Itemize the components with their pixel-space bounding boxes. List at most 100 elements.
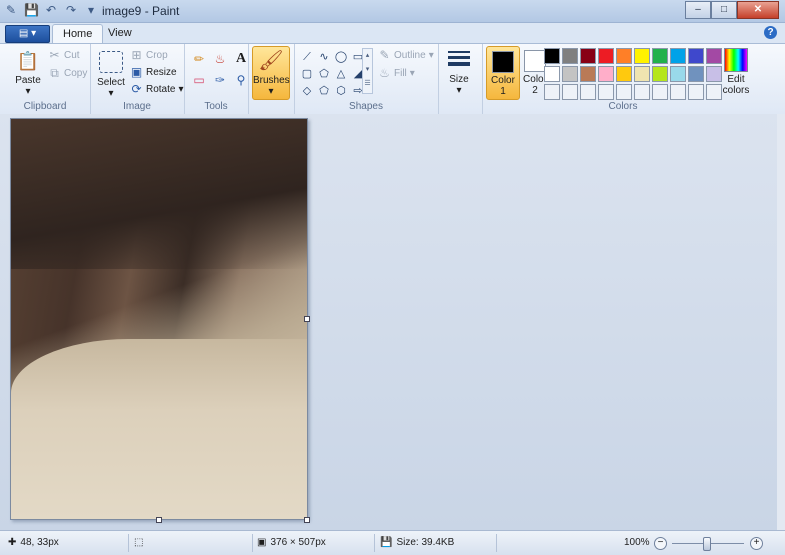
image-dimensions: ▣ 376 × 507px [257,537,326,548]
custom-color-slot[interactable] [634,84,650,100]
photo-sand [11,339,307,519]
color1-swatch [492,51,514,73]
paste-label: Paste [15,75,41,86]
resize-handle-right[interactable] [304,316,310,322]
color1-label: Color 1 [491,75,515,97]
resize-handle-bottom[interactable] [156,517,162,523]
resize-label: Resize [146,66,177,78]
window-controls: – □ ✕ [685,1,779,19]
zoom-out-button[interactable]: − [654,537,667,550]
vertical-scrollbar[interactable] [777,114,785,530]
custom-color-slot[interactable] [580,84,596,100]
rotate-label: Rotate [146,83,176,95]
palette-swatch[interactable] [562,48,578,64]
shapes-gallery: ⟋ ∿ ◯ ▭ ▢ ⬠ △ ◢ ◇ ⬠ ⬡ ⇨ [300,50,363,98]
crosshair-icon: ✚ [8,537,17,548]
copy-button[interactable]: ⧉ Copy [48,66,87,81]
select-label: Select [97,77,125,88]
paste-button[interactable]: 📋 Paste ▾ [8,47,48,98]
fill-button[interactable]: ♨ Fill ▾ [378,66,415,80]
paint-menu-button[interactable]: ▤ ▾ [5,25,50,43]
palette-swatch[interactable] [688,48,704,64]
tab-view[interactable]: View [98,24,142,42]
pencil-icon[interactable]: ✏ [190,50,208,68]
close-button[interactable]: ✕ [737,1,779,19]
fill-bucket-icon[interactable]: ♨ [211,50,229,68]
status-separator [128,534,129,552]
brushes-label: Brushes [253,75,290,86]
zoom-in-button[interactable]: + [750,537,763,550]
selection-icon: ⬚ [134,537,144,548]
palette-swatch[interactable] [616,66,632,82]
help-icon[interactable]: ? [764,26,777,39]
canvas-workspace[interactable] [0,114,785,530]
edit-colors-button[interactable]: Edit colors [720,46,752,96]
palette-swatch[interactable] [580,66,596,82]
palette-swatch[interactable] [670,66,686,82]
hexagon-shape-icon[interactable]: ⬡ [334,84,348,98]
palette-swatch[interactable] [544,48,560,64]
brush-icon: 🖌 [258,50,284,72]
palette-swatch[interactable] [634,66,650,82]
minimize-button[interactable]: – [685,1,711,19]
shapes-group: ⟋ ∿ ◯ ▭ ▢ ⬠ △ ◢ ◇ ⬠ ⬡ ⇨ ▴ ▾ ☰ ✎ Outline ▾ … [294,44,439,114]
copy-label: Copy [64,68,88,79]
ribbon-tab-row: ▤ ▾ Home View ? [0,23,785,43]
select-button[interactable]: Select ▾ [94,47,128,99]
palette-swatch[interactable] [616,48,632,64]
palette-swatch[interactable] [598,66,614,82]
maximize-button[interactable]: □ [711,1,737,19]
cursor-position-text: 48, 33px [20,537,59,548]
polygon-shape-icon[interactable]: ⬠ [317,67,331,81]
resize-button[interactable]: ▣ Resize [130,65,177,79]
eraser-icon[interactable]: ▭ [190,71,208,89]
color1-button[interactable]: Color 1 [486,46,520,100]
custom-color-slot[interactable] [544,84,560,100]
rounded-rect-shape-icon[interactable]: ▢ [300,67,314,81]
palette-swatch[interactable] [652,66,668,82]
select-rect-icon [99,51,123,73]
pentagon-shape-icon[interactable]: ⬠ [317,84,331,98]
fill-label: Fill [394,67,407,79]
palette-swatch[interactable] [652,48,668,64]
custom-color-slot[interactable] [652,84,668,100]
resize-handle-corner[interactable] [304,517,310,523]
clipboard-icon: 📋 [16,50,40,71]
cursor-position: ✚ 48, 33px [8,537,59,548]
shapes-scrollbar[interactable]: ▴ ▾ ☰ [362,48,373,94]
shapes-group-label: Shapes [349,101,383,112]
palette-swatch[interactable] [598,48,614,64]
outline-button[interactable]: ✎ Outline ▾ [378,48,433,62]
palette-swatch[interactable] [670,48,686,64]
tools-grid: ✏ ♨ A ▭ ✑ ⚲ [190,50,250,89]
edit-colors-label: Edit colors [722,74,750,96]
custom-color-slot[interactable] [562,84,578,100]
rotate-button[interactable]: ⟳ Rotate ▾ [130,82,183,96]
copy-icon: ⧉ [50,66,59,80]
curve-shape-icon[interactable]: ∿ [317,50,331,64]
palette-swatch[interactable] [544,66,560,82]
line-shape-icon[interactable]: ⟋ [300,50,314,64]
status-separator [374,534,375,552]
custom-color-slot[interactable] [598,84,614,100]
chevron-down-icon: ▾ [268,86,274,97]
custom-color-slot[interactable] [688,84,704,100]
brushes-button[interactable]: 🖌 Brushes ▾ [252,46,290,100]
oval-shape-icon[interactable]: ◯ [334,50,348,64]
tab-home[interactable]: Home [52,24,104,43]
title-bar: ✎ 💾 ↶ ↷ ▾ image9 - Paint – □ ✕ [0,0,785,23]
color-picker-icon[interactable]: ✑ [211,71,229,89]
palette-swatch[interactable] [634,48,650,64]
image-canvas[interactable] [10,118,308,520]
crop-button[interactable]: ⊞ Crop [130,48,167,62]
diamond-shape-icon[interactable]: ◇ [300,84,314,98]
palette-swatch[interactable] [688,66,704,82]
size-button[interactable]: Size ▾ [444,48,474,96]
zoom-slider-thumb[interactable] [703,537,711,551]
cut-button[interactable]: ✂ Cut [48,48,79,62]
palette-swatch[interactable] [580,48,596,64]
custom-color-slot[interactable] [670,84,686,100]
triangle-shape-icon[interactable]: △ [334,67,348,81]
custom-color-slot[interactable] [616,84,632,100]
palette-swatch[interactable] [562,66,578,82]
